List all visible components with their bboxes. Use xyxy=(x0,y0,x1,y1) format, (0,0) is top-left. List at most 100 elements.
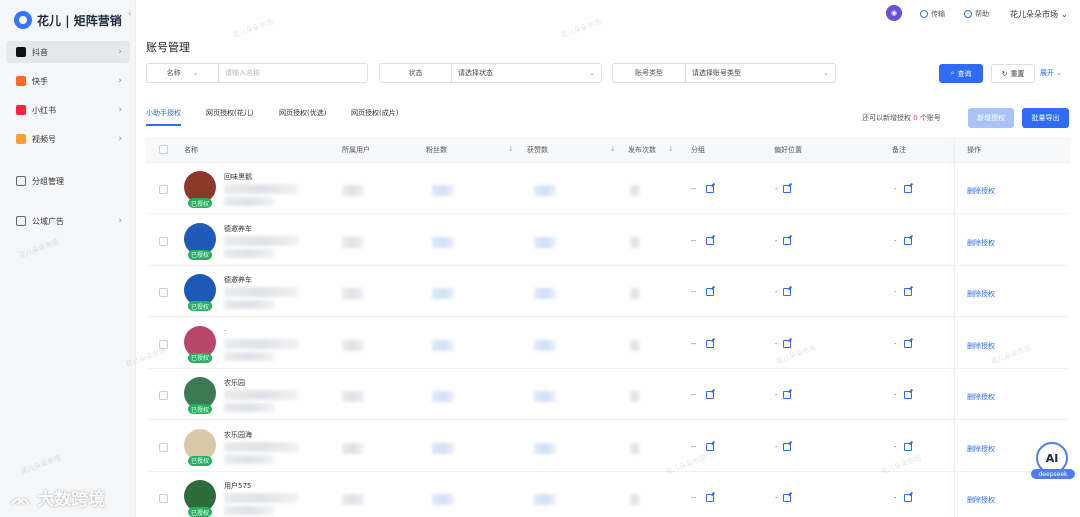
edit-pref-icon[interactable] xyxy=(783,391,791,399)
pref-value: - xyxy=(775,185,778,193)
auth-status-badge: 已授权 xyxy=(188,455,212,466)
edit-note-icon[interactable] xyxy=(904,236,912,245)
tab-web-auth-youxuan[interactable]: 网页授权(优选) xyxy=(279,108,326,126)
redacted-posts xyxy=(630,339,640,351)
revoke-auth-link[interactable]: 删除授权 xyxy=(967,444,995,454)
redacted-likes xyxy=(534,185,556,196)
help-link[interactable]: 帮助 xyxy=(964,9,989,19)
row-checkbox[interactable] xyxy=(159,442,168,452)
sidebar-item-ads[interactable]: 公域广告 › xyxy=(6,210,130,232)
expand-toggle[interactable]: 展开 ⌄ xyxy=(1040,68,1062,78)
overlay-logo-text: 大数跨境 xyxy=(37,490,106,510)
edit-note-icon[interactable] xyxy=(904,288,912,296)
table-row: 已授权 · -- - - 删除授权 xyxy=(146,318,1070,369)
redacted-posts xyxy=(630,391,640,402)
edit-pref-icon[interactable] xyxy=(783,236,791,245)
edit-note-icon[interactable] xyxy=(904,185,912,193)
row-checkbox[interactable] xyxy=(159,494,168,503)
revoke-auth-link[interactable]: 删除授权 xyxy=(967,341,995,351)
sort-icon[interactable]: ↓ xyxy=(668,145,674,153)
edit-pref-icon[interactable] xyxy=(783,339,791,348)
user-name: 花儿朵朵市场 xyxy=(1010,10,1058,19)
edit-note-icon[interactable] xyxy=(904,391,912,399)
revoke-auth-link[interactable]: 删除授权 xyxy=(967,186,995,196)
row-checkbox[interactable] xyxy=(159,236,168,246)
note-value: - xyxy=(894,339,897,348)
status-select[interactable]: 请选择状态 xyxy=(452,68,589,78)
edit-group-icon[interactable] xyxy=(706,339,714,348)
pref-value: - xyxy=(775,236,778,245)
table-row: 已授权 农乐园海 -- - - 删除授权 xyxy=(146,421,1070,472)
batch-export-button[interactable]: 批量导出 xyxy=(1022,108,1069,128)
kuaishou-icon xyxy=(16,76,26,86)
tab-assistant-auth[interactable]: 小助手授权 xyxy=(146,108,181,126)
pref-value: - xyxy=(775,288,778,296)
edit-pref-icon[interactable] xyxy=(783,185,791,193)
name-input[interactable]: 请输入名称 xyxy=(219,68,367,78)
edit-group-icon[interactable] xyxy=(706,494,714,502)
overlay-logo-icon: ᨏ xyxy=(10,490,32,510)
row-checkbox[interactable] xyxy=(159,185,168,194)
sort-icon[interactable]: ↓ xyxy=(508,145,514,153)
add-auth-button[interactable]: 新增授权 xyxy=(968,108,1014,128)
account-type-label: 账号类型 xyxy=(613,64,686,82)
auth-status-badge: 已授权 xyxy=(188,404,212,414)
sidebar-item-douyin[interactable]: 抖音 › xyxy=(6,41,130,63)
transfer-link[interactable]: 传输 xyxy=(920,9,945,19)
redacted-fans xyxy=(432,442,454,454)
revoke-auth-link[interactable]: 删除授权 xyxy=(967,495,995,505)
edit-group-icon[interactable] xyxy=(706,442,714,451)
edit-pref-icon[interactable] xyxy=(783,494,791,502)
edit-group-icon[interactable] xyxy=(706,185,714,193)
account-type-select[interactable]: 请选择账号类型 xyxy=(686,68,823,78)
overlay-logo: ᨏ 大数跨境 xyxy=(10,485,105,510)
auth-status-badge: 已授权 xyxy=(188,198,212,208)
select-all-checkbox[interactable] xyxy=(159,145,168,154)
transfer-label: 传输 xyxy=(931,10,945,18)
status-filter[interactable]: 状态 请选择状态 ⌄ xyxy=(379,63,602,83)
query-button[interactable]: ⌕ 查询 xyxy=(939,64,983,83)
edit-note-icon[interactable] xyxy=(904,494,912,502)
edit-note-icon[interactable] xyxy=(904,339,912,348)
redacted-likes xyxy=(534,288,556,299)
sidebar-item-shipinhao[interactable]: 视频号 › xyxy=(6,128,130,150)
row-checkbox[interactable] xyxy=(159,391,168,400)
name-filter[interactable]: 名称 ⌄ 请输入名称 xyxy=(146,63,368,83)
user-menu[interactable]: 花儿朵朵市场 ⌄ xyxy=(1010,9,1068,20)
sort-icon[interactable]: ↓ xyxy=(610,145,616,153)
auth-status-badge: 已授权 xyxy=(188,249,212,260)
account-name: 用户575 xyxy=(224,482,252,490)
assistant-avatar-icon[interactable]: ◉ xyxy=(886,5,902,21)
edit-group-icon[interactable] xyxy=(706,391,714,399)
tab-web-auth-huaer[interactable]: 网页授权(花儿) xyxy=(206,108,253,126)
sidebar-item-kuaishou[interactable]: 快手 › xyxy=(6,70,130,92)
refresh-icon: ↻ xyxy=(1001,69,1008,78)
tab-web-auth-chengpian[interactable]: 网页授权(成片) xyxy=(351,108,398,126)
redacted-owner xyxy=(342,185,364,196)
edit-group-icon[interactable] xyxy=(706,236,714,245)
revoke-auth-link[interactable]: 删除授权 xyxy=(967,238,995,248)
status-filter-label: 状态 xyxy=(380,64,452,82)
account-name: 德邀养车 xyxy=(224,224,252,233)
edit-pref-icon[interactable] xyxy=(783,442,791,451)
revoke-auth-link[interactable]: 删除授权 xyxy=(967,392,995,402)
sidebar-item-groups[interactable]: 分组管理 xyxy=(6,170,130,192)
edit-note-icon[interactable] xyxy=(904,442,912,451)
redacted-text xyxy=(224,300,274,309)
redacted-text xyxy=(224,403,274,412)
name-label-text: 名称 xyxy=(166,69,181,77)
chevron-down-icon: ⌄ xyxy=(1061,10,1068,19)
name-filter-label: 名称 ⌄ xyxy=(147,64,219,82)
revoke-auth-link[interactable]: 删除授权 xyxy=(967,289,995,299)
redacted-owner xyxy=(342,391,364,402)
reset-button[interactable]: ↻ 重置 xyxy=(991,64,1035,83)
collapse-sidebar-icon[interactable]: ‹ xyxy=(128,9,132,19)
sidebar-item-xiaohongshu[interactable]: 小红书 › xyxy=(6,99,130,121)
account-type-filter[interactable]: 账号类型 请选择账号类型 ⌄ xyxy=(612,63,836,83)
note-value: - xyxy=(894,185,897,193)
edit-group-icon[interactable] xyxy=(706,288,714,296)
row-checkbox[interactable] xyxy=(159,288,168,297)
edit-pref-icon[interactable] xyxy=(783,288,791,296)
redacted-owner xyxy=(342,442,364,454)
redacted-posts xyxy=(630,236,640,248)
